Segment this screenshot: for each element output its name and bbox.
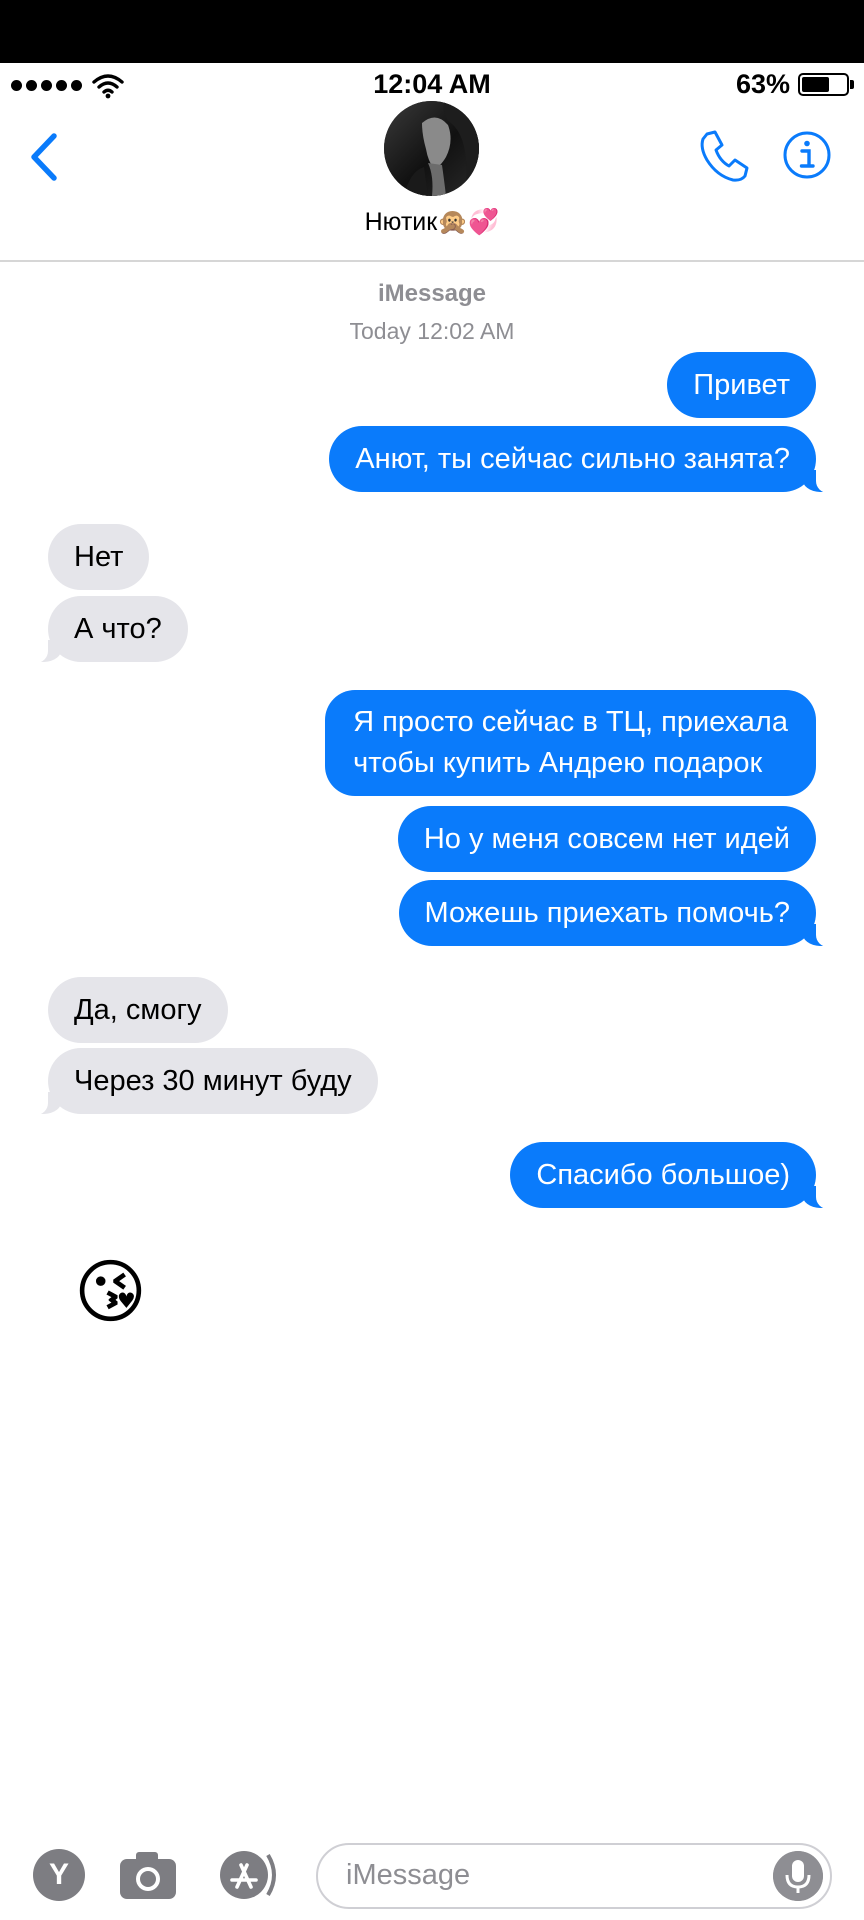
composer-bar: Y iMessage bbox=[0, 1836, 864, 1920]
message-bubble-incoming[interactable]: А что? bbox=[26, 596, 188, 663]
phone-icon[interactable] bbox=[695, 128, 751, 184]
message-bubble-outgoing[interactable]: Но у меня совсем нет идей bbox=[397, 806, 816, 872]
timestamp-time: 12:02 AM bbox=[417, 318, 515, 344]
battery-percentage: 63% bbox=[735, 69, 790, 99]
battery-fill bbox=[802, 77, 829, 92]
message-input[interactable]: iMessage bbox=[316, 1843, 832, 1909]
message-text: Привет bbox=[693, 369, 790, 401]
message-text: Нет bbox=[74, 541, 124, 573]
message-bubble-outgoing[interactable]: Можешь приехать помочь? bbox=[398, 880, 838, 947]
message-bubble-incoming[interactable]: Нет bbox=[48, 524, 150, 590]
back-chevron-icon[interactable] bbox=[26, 130, 60, 184]
message-text: Анют, ты сейчас сильно занята? bbox=[355, 443, 790, 475]
top-black-bar bbox=[0, 0, 864, 63]
contact-name[interactable]: Нютик🙊💞 bbox=[0, 208, 864, 237]
message-text: Через 30 минут буду bbox=[74, 1065, 352, 1097]
info-icon[interactable] bbox=[782, 130, 832, 180]
message-bubble-outgoing[interactable]: Я просто сейчас в ТЦ, приехала чтобы куп… bbox=[325, 690, 816, 796]
camera-icon[interactable] bbox=[118, 1849, 178, 1901]
battery-icon bbox=[798, 73, 854, 96]
message-text: Но у меня совсем нет идей bbox=[423, 823, 790, 855]
message-text: А что? bbox=[74, 613, 162, 645]
message-bubble-outgoing[interactable]: Спасибо большое) bbox=[510, 1142, 838, 1209]
message-emoji-incoming[interactable]: 😘 bbox=[74, 1252, 147, 1332]
message-text: Я просто сейчас в ТЦ, приехала чтобы куп… bbox=[353, 706, 788, 779]
message-text: Можешь приехать помочь? bbox=[424, 897, 791, 929]
message-bubble-outgoing[interactable]: Анют, ты сейчас сильно занята? bbox=[329, 426, 838, 493]
message-text: Спасибо большое) bbox=[536, 1159, 790, 1191]
message-bubble-outgoing[interactable]: Привет bbox=[667, 352, 816, 418]
microphone-icon[interactable] bbox=[773, 1851, 823, 1901]
thread-timestamp: Today 12:02 AM bbox=[0, 318, 864, 345]
message-bubble-incoming[interactable]: Да, смогу bbox=[48, 977, 228, 1043]
app-store-icon[interactable] bbox=[216, 1849, 284, 1901]
timestamp-day: Today bbox=[349, 318, 411, 344]
message-input-placeholder: iMessage bbox=[346, 1859, 471, 1891]
conversation-header: Нютик🙊💞 bbox=[0, 100, 864, 262]
y-app-button[interactable]: Y bbox=[33, 1849, 85, 1901]
status-time: 12:04 AM bbox=[373, 69, 491, 99]
contact-avatar[interactable] bbox=[384, 101, 479, 196]
service-label: iMessage bbox=[377, 280, 487, 307]
message-bubble-incoming[interactable]: Через 30 минут буду bbox=[26, 1048, 378, 1115]
message-text: Да, смогу bbox=[74, 994, 202, 1026]
